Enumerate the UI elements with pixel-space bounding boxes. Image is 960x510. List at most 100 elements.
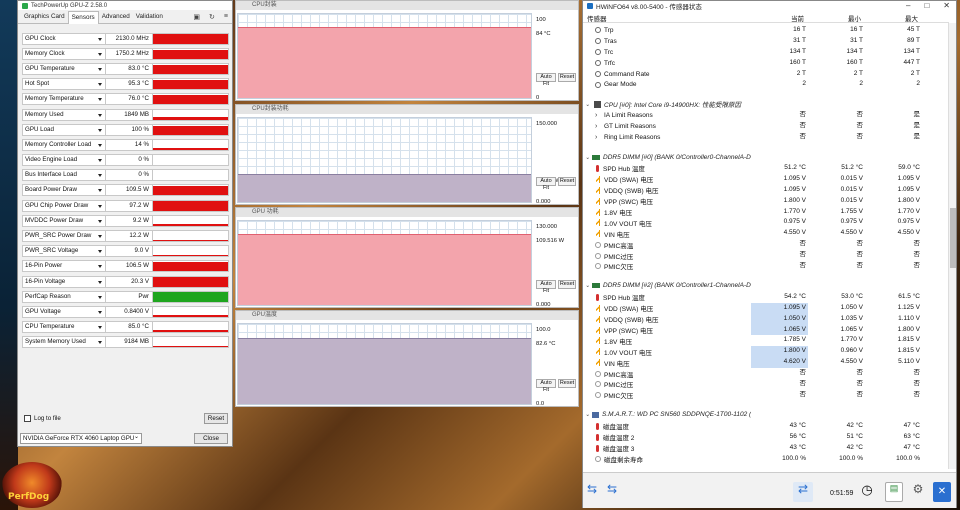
nav-back-icon[interactable]: ⇆ xyxy=(587,482,603,502)
log-to-file[interactable]: Log to file xyxy=(24,415,61,422)
sensor-label[interactable]: GPU Voltage xyxy=(22,305,106,318)
sensor-label[interactable]: 16-Pin Power xyxy=(22,260,106,273)
sensor-row[interactable]: PMIC高温 否 否 否 xyxy=(583,239,949,250)
sensor-label[interactable]: Memory Clock xyxy=(22,47,106,60)
sensor-row[interactable]: VPP (SWC) 电压 1.065 V 1.065 V 1.800 V xyxy=(583,324,949,336)
sensor-group[interactable]: ⌄ CPU [#0]: Intel Core i9-14900HX: 性能受限原因 xyxy=(583,98,949,110)
sensor-row[interactable]: PMIC高温 否 否 否 xyxy=(583,368,949,379)
reset-button[interactable]: Reset xyxy=(204,413,228,424)
sensor-label[interactable]: Memory Temperature xyxy=(22,93,106,106)
close-button[interactable]: Close xyxy=(194,433,228,444)
auto-fit-button[interactable]: Auto Fit xyxy=(536,73,556,87)
camera-icon[interactable]: ▣ xyxy=(193,13,200,21)
graph-title[interactable]: GPU 功耗 xyxy=(236,208,578,217)
sensor-row[interactable]: SPD Hub 温度 51.2 °C 51.2 °C 59.0 °C xyxy=(583,163,949,174)
sensor-row[interactable]: PMIC过压 否 否 否 xyxy=(583,250,949,261)
hwinfo-scrollbar[interactable] xyxy=(948,23,956,469)
sensor-row[interactable]: › GT Limit Reasons 否 否 是 xyxy=(583,121,949,132)
sensor-label[interactable]: CPU Temperature xyxy=(22,321,106,334)
minimize-icon[interactable]: – xyxy=(906,1,910,10)
sensor-row[interactable]: VDD (SWA) 电压 1.095 V 0.015 V 1.095 V xyxy=(583,174,949,185)
sensor-label[interactable]: Bus Interface Load xyxy=(22,169,106,182)
tab-validation[interactable]: Validation xyxy=(133,11,166,23)
sensor-row[interactable]: VDD (SWA) 电压 1.095 V 1.050 V 1.125 V xyxy=(583,302,949,314)
tab-advanced[interactable]: Advanced xyxy=(99,11,133,23)
collapse-icon[interactable]: ⌄ xyxy=(585,282,590,289)
sensor-row[interactable]: 1.0V VOUT 电压 0.975 V 0.975 V 0.975 V xyxy=(583,217,949,228)
sensor-row[interactable]: PMIC欠压 否 否 否 xyxy=(583,261,949,272)
sensor-row[interactable]: 1.0V VOUT 电压 1.800 V 0.960 V 1.815 V xyxy=(583,346,949,358)
report-icon[interactable]: ▤ xyxy=(885,482,903,502)
gpuz-titlebar[interactable]: TechPowerUp GPU-Z 2.58.0 xyxy=(18,1,232,10)
column-max[interactable]: 最大 xyxy=(865,13,922,23)
tab-sensors[interactable]: Sensors xyxy=(67,11,99,24)
collapse-icon[interactable]: ⌄ xyxy=(585,101,592,108)
sensor-label[interactable]: System Memory Used xyxy=(22,336,106,349)
gpu-select[interactable]: NVIDIA GeForce RTX 4060 Laptop GPU xyxy=(20,433,142,444)
sensor-row[interactable]: 磁盘剩余寿命 100.0 % 100.0 % 100.0 % xyxy=(583,454,949,465)
menu-icon[interactable]: ≡ xyxy=(224,13,228,21)
sensor-label[interactable]: Memory Used xyxy=(22,108,106,121)
sensor-label[interactable]: MVDDC Power Draw xyxy=(22,214,106,227)
sensor-label[interactable]: GPU Temperature xyxy=(22,62,106,75)
sensor-row[interactable]: Gear Mode 2 2 2 xyxy=(583,79,949,90)
sensor-row[interactable]: 1.8V 电压 1.785 V 1.770 V 1.815 V xyxy=(583,335,949,346)
tab-graphics-card[interactable]: Graphics Card xyxy=(21,11,68,23)
sensor-label[interactable]: PWR_SRC Voltage xyxy=(22,245,106,258)
sensor-label[interactable]: GPU Load xyxy=(22,123,106,136)
graph-reset-button[interactable]: Reset xyxy=(558,280,576,289)
sensor-row[interactable]: PMIC过压 否 否 否 xyxy=(583,379,949,390)
close-sensors-icon[interactable]: ✕ xyxy=(933,482,951,502)
graph-reset-button[interactable]: Reset xyxy=(558,73,576,82)
close-icon[interactable]: ✕ xyxy=(943,1,950,10)
sensor-row[interactable]: VDDQ (SWB) 电压 1.050 V 1.035 V 1.110 V xyxy=(583,313,949,325)
column-sensor[interactable]: 传感器 xyxy=(583,13,751,23)
hwinfo-titlebar[interactable]: HWiNFO64 v8.00-5400 - 传感器状态 – □ ✕ xyxy=(583,1,956,11)
sensor-row[interactable]: › Ring Limit Reasons 否 否 是 xyxy=(583,132,949,143)
sensor-group[interactable]: ⌄ DDR5 DIMM [#2] (BANK 0/Controller1-Chan… xyxy=(583,280,949,292)
sensor-row[interactable]: Trfc 160 T 160 T 447 T xyxy=(583,58,949,69)
auto-fit-button[interactable]: Auto Fit xyxy=(536,177,556,191)
sensor-label[interactable]: GPU Chip Power Draw xyxy=(22,199,106,212)
sensor-row[interactable]: Tras 31 T 31 T 89 T xyxy=(583,36,949,47)
sensor-group[interactable]: ⌄ DDR5 DIMM [#0] (BANK 0/Controller0-Chan… xyxy=(583,151,949,163)
auto-fit-button[interactable]: Auto Fit xyxy=(536,379,556,393)
graph-title[interactable]: GPU温度 xyxy=(236,311,578,320)
sensor-row[interactable]: 1.8V 电压 1.770 V 1.755 V 1.770 V xyxy=(583,207,949,218)
scrollbar-thumb[interactable] xyxy=(950,208,956,268)
sensor-row[interactable]: 磁盘温度 3 43 °C 42 °C 47 °C xyxy=(583,443,949,454)
column-min[interactable]: 最小 xyxy=(808,13,865,23)
sensor-row[interactable]: VIN 电压 4.550 V 4.550 V 4.550 V xyxy=(583,228,949,239)
sensor-row[interactable]: PMIC欠压 否 否 否 xyxy=(583,390,949,401)
sensor-row[interactable]: 磁盘温度 2 56 °C 51 °C 63 °C xyxy=(583,432,949,443)
auto-fit-button[interactable]: Auto Fit xyxy=(536,280,556,294)
maximize-icon[interactable]: □ xyxy=(924,1,929,10)
sensor-row[interactable]: › IA Limit Reasons 否 否 是 xyxy=(583,110,949,121)
sensor-label[interactable]: Memory Controller Load xyxy=(22,138,106,151)
sensor-label[interactable]: PerfCap Reason xyxy=(22,290,106,303)
sensor-row[interactable]: 磁盘温度 43 °C 42 °C 47 °C xyxy=(583,421,949,432)
sensor-label[interactable]: PWR_SRC Power Draw xyxy=(22,230,106,243)
collapse-icon[interactable]: ⌄ xyxy=(585,411,590,418)
sensor-label[interactable]: 16-Pin Voltage xyxy=(22,275,106,288)
log-to-file-checkbox[interactable] xyxy=(24,415,31,422)
column-current[interactable]: 当前 xyxy=(751,13,808,23)
sensor-label[interactable]: Hot Spot xyxy=(22,78,106,91)
sensor-row[interactable]: VIN 电压 4.620 V 4.550 V 5.110 V xyxy=(583,357,949,369)
clock-icon[interactable]: ◷ xyxy=(857,482,877,502)
nav-forward-icon[interactable]: ⇆ xyxy=(607,482,623,502)
sensor-label[interactable]: Board Power Draw xyxy=(22,184,106,197)
sensor-label[interactable]: Video Engine Load xyxy=(22,154,106,167)
collapse-icon[interactable]: ⌄ xyxy=(585,154,590,161)
graph-reset-button[interactable]: Reset xyxy=(558,177,576,186)
sensor-row[interactable]: Trp 16 T 16 T 45 T xyxy=(583,25,949,36)
network-icon[interactable]: ⇄ xyxy=(793,482,813,502)
sensor-label[interactable]: GPU Clock xyxy=(22,32,106,45)
graph-reset-button[interactable]: Reset xyxy=(558,379,576,388)
settings-icon[interactable]: ⚙ xyxy=(909,482,927,502)
sensor-row[interactable]: VDDQ (SWB) 电压 1.095 V 0.015 V 1.095 V xyxy=(583,185,949,196)
sensor-group[interactable]: ⌄ S.M.A.R.T.: WD PC SN560 SDDPNQE-1T00-11… xyxy=(583,409,949,421)
refresh-icon[interactable]: ↻ xyxy=(209,13,215,21)
sensor-row[interactable]: Trc 134 T 134 T 134 T xyxy=(583,47,949,58)
sensor-row[interactable]: Command Rate 2 T 2 T 2 T xyxy=(583,69,949,80)
